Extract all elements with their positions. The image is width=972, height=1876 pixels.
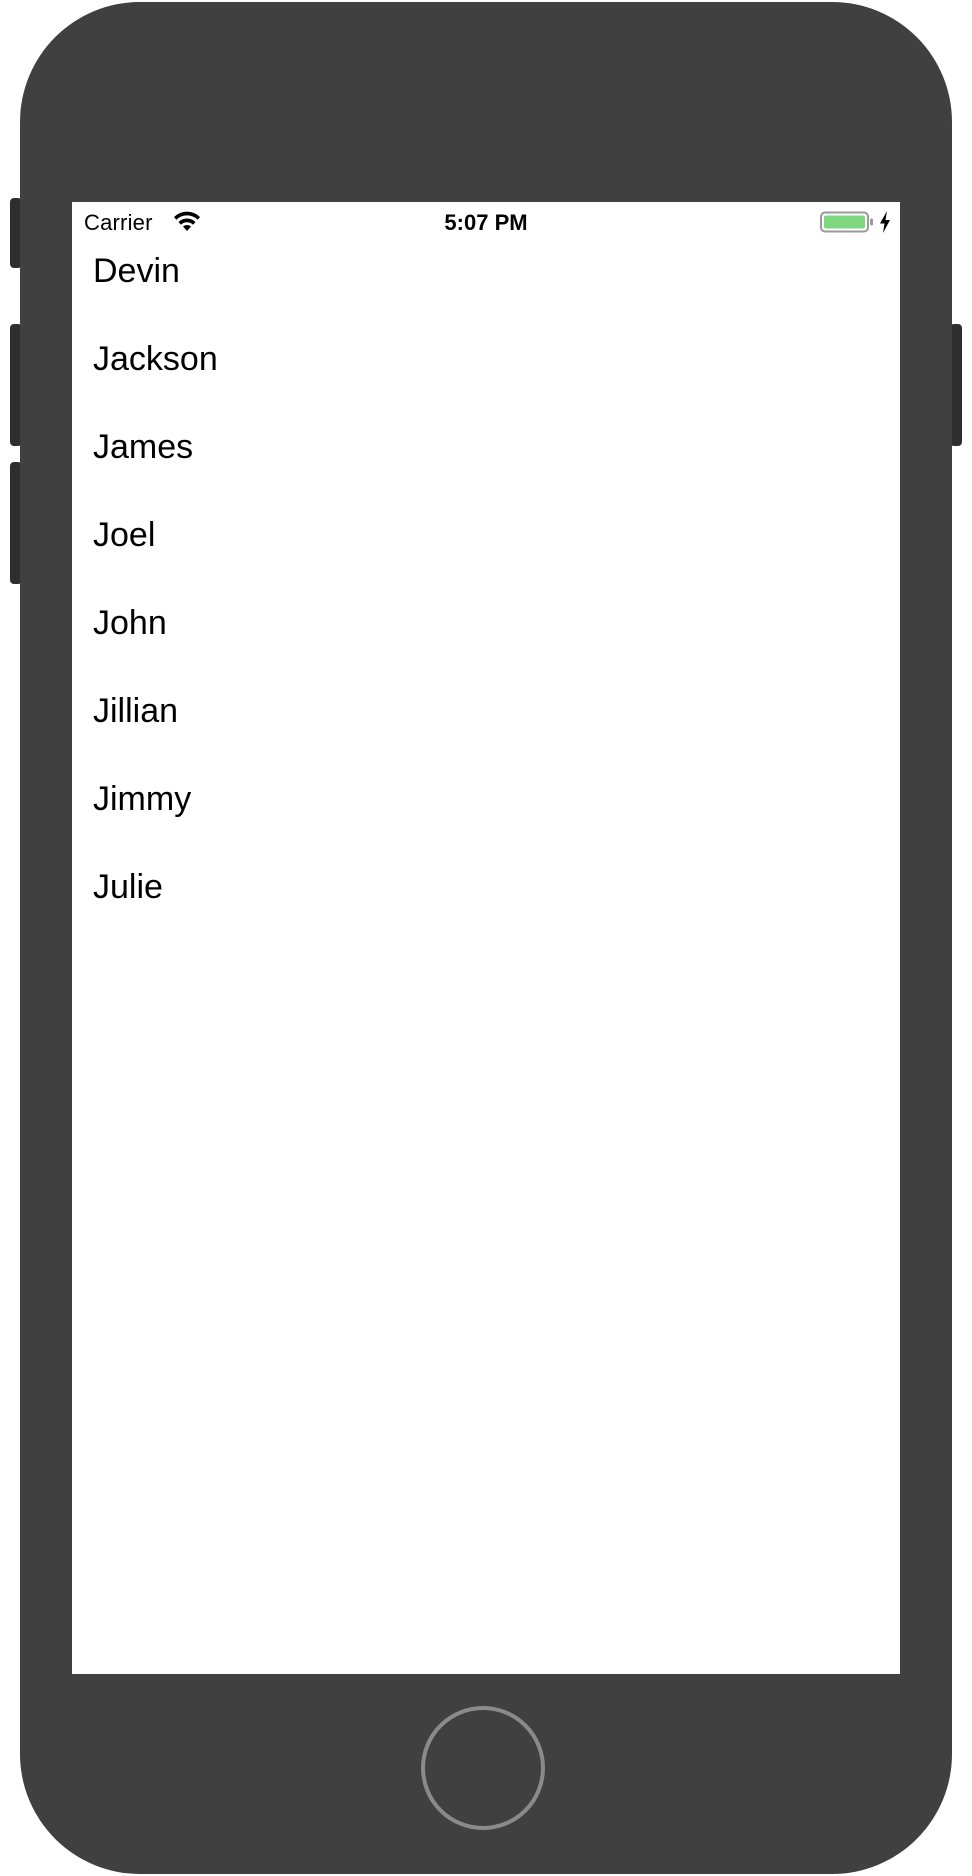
list-item-label: James xyxy=(93,428,194,466)
list-item[interactable]: Devin xyxy=(72,242,900,330)
device-screen: Carrier 5:07 PM Devin Jackson James Joel… xyxy=(72,202,900,1674)
list-item-label: John xyxy=(93,604,167,642)
list-item[interactable]: Julie xyxy=(72,858,900,946)
list-item[interactable]: Jackson xyxy=(72,330,900,418)
charging-bolt-icon xyxy=(880,211,890,233)
home-button[interactable] xyxy=(421,1706,545,1830)
list-item-label: Julie xyxy=(93,868,163,906)
names-list: Devin Jackson James Joel John Jillian Ji… xyxy=(72,242,900,946)
list-item-label: Joel xyxy=(93,516,156,554)
list-item-label: Jillian xyxy=(93,692,179,730)
list-item[interactable]: Jillian xyxy=(72,682,900,770)
list-item-label: Jimmy xyxy=(93,780,192,818)
list-item[interactable]: Jimmy xyxy=(72,770,900,858)
list-item-label: Jackson xyxy=(93,340,218,378)
status-time: 5:07 PM xyxy=(444,210,528,235)
simulator-stage: Carrier 5:07 PM Devin Jackson James Joel… xyxy=(0,0,972,1876)
list-item[interactable]: Joel xyxy=(72,506,900,594)
list-item-label: Devin xyxy=(93,252,180,290)
list-item[interactable]: James xyxy=(72,418,900,506)
list-item[interactable]: John xyxy=(72,594,900,682)
battery-icon xyxy=(820,211,873,233)
status-bar: Carrier 5:07 PM xyxy=(72,202,900,242)
